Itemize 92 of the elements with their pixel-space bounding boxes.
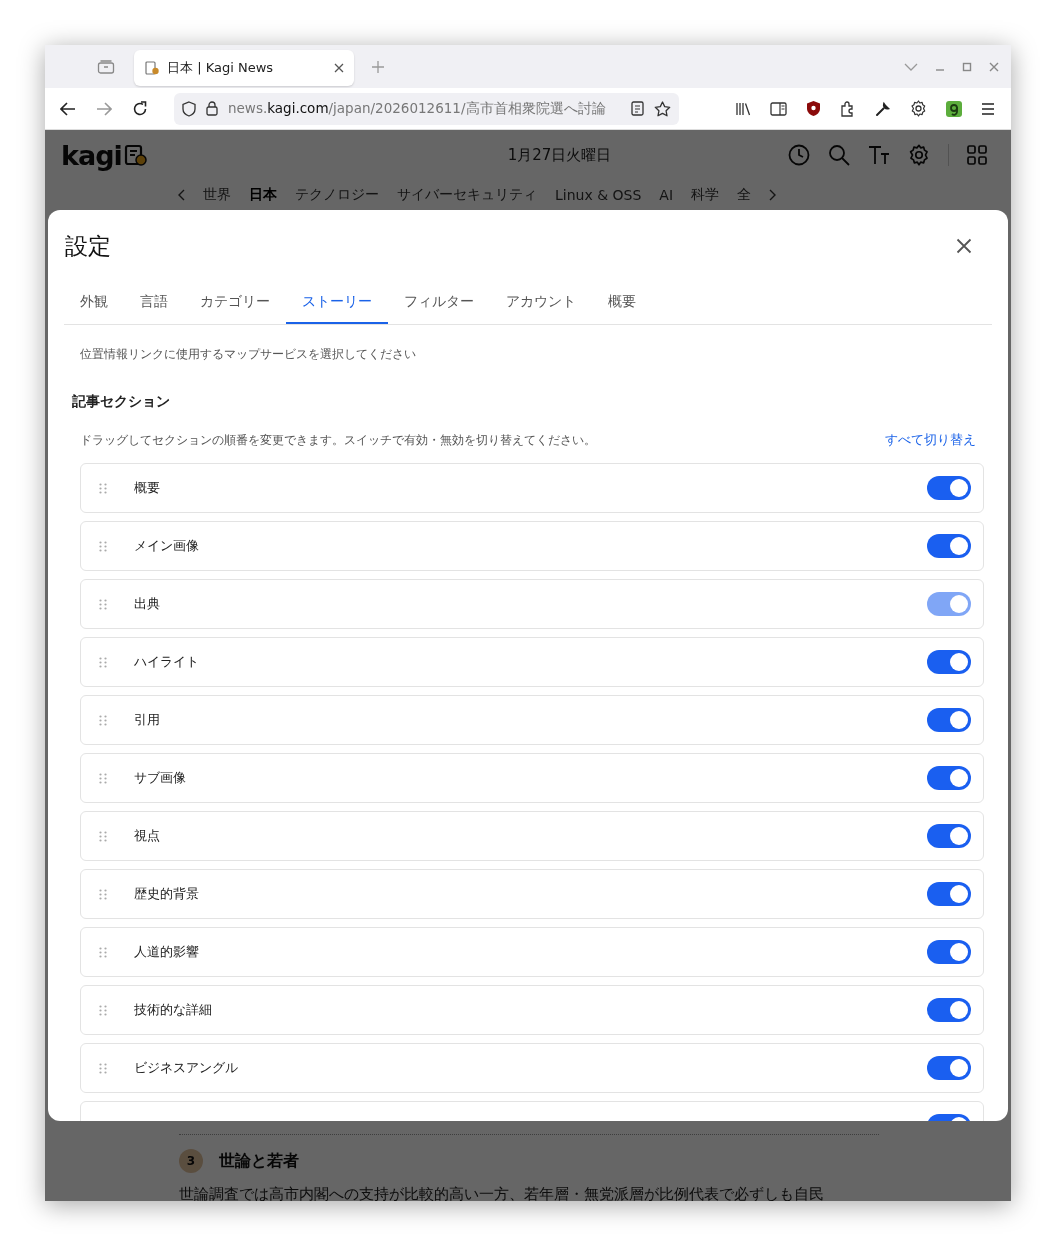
logo[interactable]: kagi [61, 139, 211, 171]
library-icon[interactable] [735, 101, 751, 116]
section-label: 引用 [134, 711, 160, 729]
close-icon[interactable] [334, 63, 344, 73]
settings-tab[interactable]: 言語 [124, 282, 184, 324]
puzzle-icon[interactable] [840, 100, 856, 117]
drag-handle-icon[interactable] [99, 714, 107, 726]
text-size-icon[interactable] [868, 145, 890, 165]
toggle-switch[interactable] [927, 650, 971, 674]
drag-handle-icon[interactable] [99, 1004, 107, 1016]
category-tab[interactable]: 日本 [249, 186, 277, 204]
settings-tab[interactable]: 概要 [592, 282, 652, 324]
close-icon[interactable] [989, 61, 999, 72]
section-label: 歴史的背景 [134, 885, 199, 903]
section-label: サブ画像 [134, 769, 186, 787]
drag-handle-icon[interactable] [99, 772, 107, 784]
section-row[interactable]: 引用 [80, 695, 984, 745]
url-text: news.kagi.com/japan/2026012611/高市首相衆院選へ討論 [228, 99, 607, 118]
shield-icon[interactable] [806, 100, 821, 117]
toggle-switch[interactable] [927, 824, 971, 848]
maximize-icon[interactable] [962, 61, 972, 72]
section-row[interactable]: 技術的な詳細 [80, 985, 984, 1035]
toggle-switch[interactable] [927, 708, 971, 732]
back-icon[interactable] [60, 101, 76, 116]
item-title: 世論と若者 [219, 1150, 299, 1172]
section-row[interactable]: 視点 [80, 811, 984, 861]
browser-tab[interactable]: 日本 | Kagi News [134, 50, 354, 86]
section-label: 人道的影響 [134, 943, 199, 961]
section-row[interactable]: サブ画像 [80, 753, 984, 803]
menu-icon[interactable] [981, 102, 995, 115]
section-label: 出典 [134, 595, 160, 613]
number-badge: 3 [179, 1149, 203, 1173]
section-title: 記事セクション [72, 393, 171, 411]
extension-icon[interactable] [946, 100, 962, 117]
tab-group-icon[interactable] [97, 58, 115, 75]
section-row[interactable]: 概要 [80, 463, 984, 513]
section-label: メイン画像 [134, 537, 199, 555]
settings-tab[interactable]: カテゴリー [184, 282, 286, 324]
drag-handle-icon[interactable] [99, 482, 107, 494]
drag-handle-icon[interactable] [99, 1062, 107, 1074]
wrench-icon[interactable] [875, 100, 891, 117]
settings-tab[interactable]: フィルター [388, 282, 490, 324]
grid-icon[interactable] [967, 145, 987, 165]
section-label: 視点 [134, 827, 160, 845]
toggle-switch[interactable] [927, 476, 971, 500]
drag-handle-icon[interactable] [99, 888, 107, 900]
section-row[interactable]: メイン画像 [80, 521, 984, 571]
chevron-right-icon[interactable] [769, 189, 778, 201]
toggle-switch[interactable] [927, 882, 971, 906]
settings-tab[interactable]: 外観 [64, 282, 124, 324]
date-text: 1月27日火曜日 [506, 145, 613, 165]
section-label: ビジネスアングル [134, 1059, 238, 1077]
lock-icon[interactable] [206, 101, 218, 116]
settings-icon[interactable] [910, 100, 927, 117]
section-row[interactable]: ビジネスアングル [80, 1043, 984, 1093]
section-label: 概要 [134, 479, 160, 497]
drag-handle-icon[interactable] [99, 946, 107, 958]
sidebar-icon[interactable] [770, 101, 787, 116]
section-hint: ドラッグしてセクションの順番を変更できます。スイッチで有効・無効を切り替えてください。 [80, 431, 596, 449]
toggle-switch[interactable] [927, 1056, 971, 1080]
address-bar[interactable]: news.kagi.com/japan/2026012611/高市首相衆院選へ討論 [174, 92, 679, 125]
toggle-all-link[interactable]: すべて切り替え [885, 431, 976, 449]
reader-view-icon[interactable] [631, 101, 644, 116]
section-row[interactable]: 人道的影響 [80, 927, 984, 977]
section-row[interactable]: ハイライト [80, 637, 984, 687]
settings-tab[interactable]: ストーリー [286, 282, 388, 324]
close-icon[interactable] [956, 238, 972, 254]
forward-icon[interactable] [96, 101, 112, 116]
settings-tab[interactable]: アカウント [490, 282, 592, 324]
star-icon[interactable] [654, 100, 671, 117]
chevron-left-icon[interactable] [177, 189, 185, 201]
newspaper-icon [123, 143, 148, 167]
page-icon [144, 60, 160, 76]
toggle-switch[interactable] [927, 766, 971, 790]
dialog-title: 設定 [65, 231, 111, 261]
section-label: ハイライト [134, 653, 199, 671]
search-icon[interactable] [828, 144, 850, 166]
drag-handle-icon[interactable] [99, 656, 107, 668]
drag-handle-icon[interactable] [99, 598, 107, 610]
toggle-switch[interactable] [927, 940, 971, 964]
note-text: 位置情報リンクに使用するマップサービスを選択してください [80, 347, 417, 362]
tab-title: 日本 | Kagi News [167, 59, 275, 77]
clock-icon[interactable] [788, 144, 810, 166]
shield-icon[interactable] [182, 100, 196, 117]
section-label: 技術的な詳細 [134, 1001, 212, 1019]
toggle-switch[interactable] [927, 998, 971, 1022]
logo-text: kagi [61, 139, 122, 171]
toggle-switch[interactable] [927, 534, 971, 558]
drag-handle-icon[interactable] [99, 830, 107, 842]
drag-handle-icon[interactable] [99, 540, 107, 552]
section-row[interactable]: 歴史的背景 [80, 869, 984, 919]
reload-icon[interactable] [132, 100, 148, 117]
